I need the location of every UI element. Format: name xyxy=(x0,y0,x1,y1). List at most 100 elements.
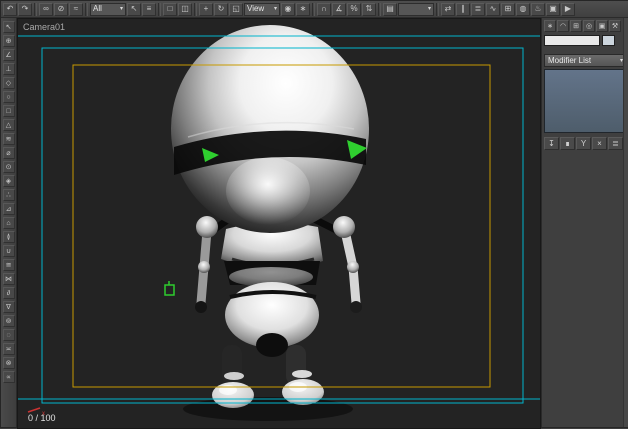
tool-icon[interactable]: ◈ xyxy=(2,175,15,187)
tool-icon[interactable]: ○ xyxy=(2,91,15,103)
chevron-down-icon xyxy=(120,6,123,12)
select-and-rotate-icon[interactable]: ↻ xyxy=(214,2,228,16)
object-color-swatch[interactable] xyxy=(602,35,615,46)
main-toolbar: ↶ ↷ ∞ ⊘ ≈ All ▾ ↖ ≡ □ ◫ + ↻ ◱ View ▾ ◉ ∗… xyxy=(1,1,628,18)
tool-icon[interactable]: ≅ xyxy=(2,259,15,271)
tab-modify-icon[interactable]: ◠ xyxy=(557,20,569,32)
axis-x-line xyxy=(27,407,41,413)
panel-scrollbar[interactable] xyxy=(623,18,628,427)
select-by-name-icon[interactable]: ≡ xyxy=(142,2,156,16)
helper-gizmo-icon[interactable] xyxy=(164,281,175,296)
viewport-label[interactable]: Camera01 xyxy=(23,22,65,32)
tool-icon[interactable]: ∝ xyxy=(2,371,15,383)
robot-left-shoulder xyxy=(196,216,218,238)
tool-icon[interactable]: ◌ xyxy=(2,329,15,341)
robot-left-elbow xyxy=(198,261,210,273)
modifier-stack[interactable] xyxy=(544,69,626,133)
edit-named-selection-sets-icon[interactable]: ▤ xyxy=(383,2,397,16)
schematic-view-icon[interactable]: ⊞ xyxy=(501,2,515,16)
toolbar-separator[interactable] xyxy=(312,2,315,16)
tool-icon[interactable]: ⊿ xyxy=(2,203,15,215)
robot-right-shoulder xyxy=(333,216,355,238)
toolbar-separator[interactable] xyxy=(194,2,197,16)
toolbar-separator[interactable] xyxy=(34,2,37,16)
spinner-snap-icon[interactable]: ⇅ xyxy=(362,2,376,16)
tool-icon[interactable]: ⌂ xyxy=(2,217,15,229)
tool-icon[interactable]: ⊚ xyxy=(2,315,15,327)
redo-icon[interactable]: ↷ xyxy=(18,2,32,16)
viewport-canvas[interactable]: x xyxy=(18,19,540,428)
tool-icon[interactable]: ∇ xyxy=(2,301,15,313)
show-end-result-button[interactable]: ∎ xyxy=(560,137,575,150)
angle-snap-icon[interactable]: ∡ xyxy=(332,2,346,16)
tool-icon[interactable]: ≋ xyxy=(2,133,15,145)
remove-modifier-button[interactable]: × xyxy=(592,137,607,150)
tool-icon[interactable]: ⊗ xyxy=(2,357,15,369)
make-unique-button[interactable]: Y xyxy=(576,137,591,150)
tool-icon[interactable]: ↖ xyxy=(2,21,15,33)
rectangular-selection-region-icon[interactable]: □ xyxy=(163,2,177,16)
tool-icon[interactable]: △ xyxy=(2,119,15,131)
tab-hierarchy-icon[interactable]: ⊞ xyxy=(570,20,582,32)
unlink-selection-icon[interactable]: ⊘ xyxy=(54,2,68,16)
percent-snap-icon[interactable]: % xyxy=(347,2,361,16)
tab-create-icon[interactable]: ∗ xyxy=(544,20,556,32)
select-and-link-icon[interactable]: ∞ xyxy=(39,2,53,16)
select-and-scale-icon[interactable]: ◱ xyxy=(229,2,243,16)
chevron-down-icon xyxy=(428,6,431,12)
tool-icon[interactable]: ∴ xyxy=(2,189,15,201)
modifier-list-dropdown[interactable]: Modifier List ▾ xyxy=(544,54,626,67)
3ds-max-window: { "toolbar": { "items": [ {"t":"i","name… xyxy=(0,0,628,429)
toolbar-separator[interactable] xyxy=(85,2,88,16)
tab-utilities-icon[interactable]: ⚒ xyxy=(609,20,621,32)
mirror-icon[interactable]: ⇄ xyxy=(441,2,455,16)
rendered-frame-window-icon[interactable]: ▣ xyxy=(546,2,560,16)
tab-motion-icon[interactable]: ◎ xyxy=(583,20,595,32)
quick-render-icon[interactable]: ▶ xyxy=(561,2,575,16)
named-selection-sets-dropdown[interactable] xyxy=(398,2,434,16)
camera-viewport[interactable]: Camera01 x 0 / 100 xyxy=(17,18,541,429)
tool-icon[interactable]: ⊙ xyxy=(2,161,15,173)
chevron-down-icon xyxy=(274,6,277,12)
tool-icon[interactable]: ⋈ xyxy=(2,273,15,285)
pin-stack-button[interactable]: ↧ xyxy=(544,137,559,150)
tool-icon[interactable]: □ xyxy=(2,105,15,117)
tool-icon[interactable]: ∪ xyxy=(2,245,15,257)
curve-editor-icon[interactable]: ∿ xyxy=(486,2,500,16)
tool-icon[interactable]: ∂ xyxy=(2,287,15,299)
tool-icon[interactable]: ⊕ xyxy=(2,35,15,47)
tool-icon[interactable]: ◇ xyxy=(2,77,15,89)
align-icon[interactable]: ∥ xyxy=(456,2,470,16)
ground-shadow xyxy=(183,397,353,421)
use-pivot-point-center-icon[interactable]: ◉ xyxy=(281,2,295,16)
tool-icon[interactable]: ⌀ xyxy=(2,147,15,159)
toolbar-separator[interactable] xyxy=(436,2,439,16)
reference-coordinate-dropdown[interactable]: View xyxy=(244,2,280,16)
tool-icon[interactable]: ⊥ xyxy=(2,63,15,75)
configure-modifier-sets-button[interactable]: ≣ xyxy=(608,137,623,150)
object-name-field[interactable] xyxy=(544,35,600,46)
snaps-toggle-icon[interactable]: ∩ xyxy=(317,2,331,16)
tool-icon[interactable]: ∠ xyxy=(2,49,15,61)
material-editor-icon[interactable]: ◍ xyxy=(516,2,530,16)
window-crossing-icon[interactable]: ◫ xyxy=(178,2,192,16)
undo-icon[interactable]: ↶ xyxy=(3,2,17,16)
select-and-manipulate-icon[interactable]: ∗ xyxy=(296,2,310,16)
bind-to-space-warp-icon[interactable]: ≈ xyxy=(69,2,83,16)
robot-right-elbow xyxy=(347,261,359,273)
robot-model[interactable] xyxy=(171,25,369,421)
selection-filter-dropdown[interactable]: All xyxy=(90,2,126,16)
select-object-icon[interactable]: ↖ xyxy=(127,2,141,16)
render-setup-icon[interactable]: ♨ xyxy=(531,2,545,16)
tab-display-icon[interactable]: ▣ xyxy=(596,20,608,32)
robot-chin-highlight xyxy=(226,157,310,225)
toolbar-separator[interactable] xyxy=(378,2,381,16)
tool-icon[interactable]: ≬ xyxy=(2,231,15,243)
tool-icon[interactable]: ≍ xyxy=(2,343,15,355)
select-and-move-icon[interactable]: + xyxy=(199,2,213,16)
object-name-row xyxy=(542,33,628,48)
layer-manager-icon[interactable]: ≣ xyxy=(471,2,485,16)
modifier-list-label: Modifier List xyxy=(548,56,592,65)
toolbar-separator[interactable] xyxy=(158,2,161,16)
robot-left-hand xyxy=(195,301,207,313)
